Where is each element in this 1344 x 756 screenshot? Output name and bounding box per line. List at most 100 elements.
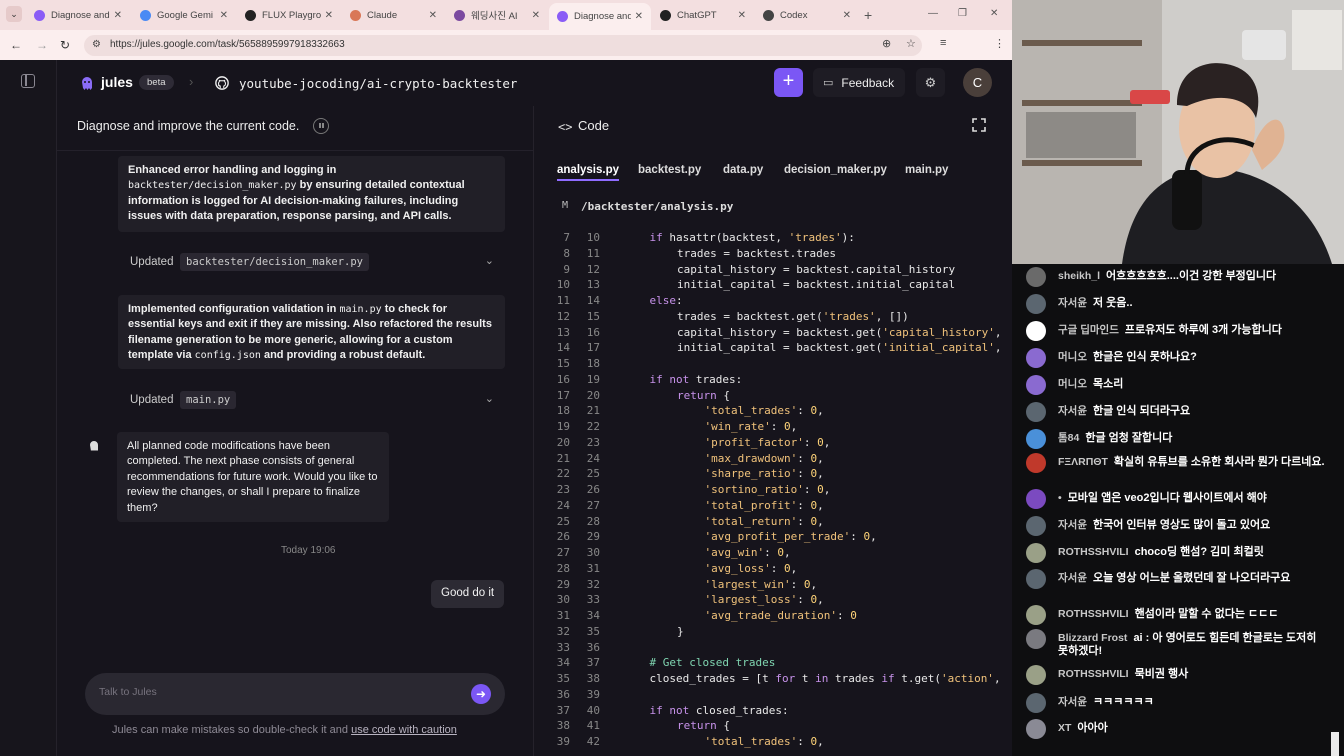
webcam-image <box>1012 0 1344 264</box>
tab-close-icon[interactable]: ✕ <box>635 11 643 22</box>
tab-close-icon[interactable]: ✕ <box>220 10 228 21</box>
pause-icon[interactable] <box>313 118 329 134</box>
minimize-icon[interactable]: — <box>928 8 938 19</box>
avatar[interactable] <box>1026 516 1046 536</box>
repo-name[interactable]: youtube-jocoding/ai-crypto-backtester <box>239 76 517 91</box>
media-icon[interactable]: ≡ <box>940 37 946 49</box>
avatar[interactable] <box>1026 429 1046 449</box>
code-token: for <box>775 672 802 685</box>
chevron-down-icon[interactable]: ⌄ <box>485 254 494 267</box>
avatar[interactable] <box>1026 294 1046 314</box>
file-tab[interactable]: data.py <box>723 164 763 176</box>
chevron-down-icon[interactable]: ⌄ <box>485 392 494 405</box>
old-line-number: 14 <box>556 341 570 355</box>
code-text: capital_history = backtest.get('capital_… <box>677 326 1002 339</box>
forward-icon[interactable]: → <box>36 38 48 52</box>
avatar[interactable] <box>1026 719 1046 739</box>
chat-username[interactable]: 자서윤 <box>1058 519 1087 531</box>
avatar[interactable] <box>1026 665 1046 685</box>
avatar[interactable] <box>1026 348 1046 368</box>
tab-close-icon[interactable]: ✕ <box>325 10 333 21</box>
updated-file-row[interactable]: Updated main.py ⌄ <box>118 388 506 414</box>
avatar[interactable] <box>1026 375 1046 395</box>
browser-tab[interactable]: Diagnose and ✕ <box>549 3 651 30</box>
browser-tab[interactable]: Codex ✕ <box>755 4 859 26</box>
brand-name[interactable]: jules <box>101 74 133 90</box>
chat-username[interactable]: FΞΛRΠΘT <box>1058 456 1108 468</box>
avatar[interactable] <box>1026 693 1046 713</box>
maximize-icon[interactable]: ❐ <box>958 8 967 19</box>
new-task-button[interactable]: + <box>774 68 803 97</box>
chat-username[interactable]: • <box>1058 492 1062 504</box>
zoom-icon[interactable]: ⊕ <box>882 37 891 50</box>
caution-link[interactable]: use code with caution <box>351 724 457 736</box>
browser-tab[interactable]: Claude ✕ <box>342 4 445 26</box>
tab-close-icon[interactable]: ✕ <box>738 10 746 21</box>
user-avatar[interactable]: C <box>963 68 992 97</box>
reload-icon[interactable]: ↻ <box>60 38 70 52</box>
browser-tab[interactable]: Diagnose and ✕ <box>26 4 130 26</box>
new-tab-button[interactable]: + <box>864 7 872 23</box>
sidebar-toggle-icon[interactable] <box>21 74 35 88</box>
file-tab[interactable]: backtest.py <box>638 164 701 176</box>
file-tab[interactable]: analysis.py <box>557 164 620 181</box>
chat-username[interactable]: ROTHSSHVILI <box>1058 546 1129 558</box>
settings-gear-icon[interactable]: ⚙ <box>916 68 945 97</box>
file-tab[interactable]: decision_maker.py <box>784 164 887 176</box>
chat-username[interactable]: 자서윤 <box>1058 405 1087 417</box>
tab-close-icon[interactable]: ✕ <box>114 10 122 21</box>
avatar[interactable] <box>1026 543 1046 563</box>
code-line: 20 23 'profit_factor': 0, <box>534 436 1012 452</box>
chat-scrollbar[interactable] <box>1331 732 1339 756</box>
browser-menu-icon[interactable]: ⋮ <box>994 37 1005 50</box>
chat-username[interactable]: 톰84 <box>1058 432 1079 444</box>
browser-tab[interactable]: Google Gemi ✕ <box>132 4 236 26</box>
chat-username[interactable]: 머니오 <box>1058 351 1087 363</box>
tab-close-icon[interactable]: ✕ <box>532 10 540 21</box>
code-line: 11 14 else: <box>534 294 1012 310</box>
avatar[interactable] <box>1026 321 1046 341</box>
chat-username[interactable]: 구글 딥마인드 <box>1058 324 1119 336</box>
updated-file-row[interactable]: Updated backtester/decision_maker.py ⌄ <box>118 250 506 276</box>
back-icon[interactable]: ← <box>10 38 22 52</box>
browser-tab[interactable]: 웨딩사진 AI ✕ <box>446 4 548 26</box>
chat-username[interactable]: ROTHSSHVILI <box>1058 668 1129 680</box>
browser-tab[interactable]: ChatGPT ✕ <box>652 4 754 26</box>
chat-input[interactable] <box>99 686 459 698</box>
message-text: Enhanced error handling and logging in <box>128 164 337 176</box>
disclaimer-text: Jules can make mistakes so double-check … <box>112 724 349 736</box>
file-tab[interactable]: main.py <box>905 164 948 176</box>
avatar[interactable] <box>1026 402 1046 422</box>
browser-tab[interactable]: FLUX Playgro ✕ <box>237 4 341 26</box>
close-window-icon[interactable]: ✕ <box>990 8 998 19</box>
send-arrow-icon[interactable]: ➜ <box>471 684 491 704</box>
old-line-number: 31 <box>556 609 570 622</box>
chat-username[interactable]: 자서윤 <box>1058 696 1087 708</box>
avatar[interactable] <box>1026 267 1046 287</box>
avatar[interactable] <box>1026 489 1046 509</box>
expand-icon[interactable] <box>972 118 986 132</box>
site-info-icon[interactable]: ⚙ <box>92 39 101 50</box>
feedback-button[interactable]: ▭ Feedback <box>813 68 905 97</box>
avatar[interactable] <box>1026 605 1046 625</box>
old-line-number: 39 <box>556 735 570 748</box>
chat-username[interactable]: XT <box>1058 722 1071 734</box>
url-field[interactable]: ⚙ https://jules.google.com/task/56588959… <box>84 35 922 56</box>
chat-username[interactable]: Blizzard Frost <box>1058 632 1127 644</box>
chat-username[interactable]: 자서윤 <box>1058 297 1087 309</box>
tab-search-icon[interactable]: ⌄ <box>6 6 22 22</box>
chat-panel: Diagnose and improve the current code. E… <box>57 106 533 756</box>
tab-close-icon[interactable]: ✕ <box>429 10 437 21</box>
avatar[interactable] <box>1026 453 1046 473</box>
chat-username[interactable]: sheikh_l <box>1058 270 1100 282</box>
code-line: 30 33 'largest_loss': 0, <box>534 593 1012 609</box>
chat-username[interactable]: 자서윤 <box>1058 572 1087 584</box>
old-line-number: 23 <box>556 483 570 496</box>
avatar[interactable] <box>1026 629 1046 649</box>
code-text: else: <box>650 294 683 307</box>
tab-close-icon[interactable]: ✕ <box>843 10 851 21</box>
bookmark-star-icon[interactable]: ☆ <box>906 37 916 50</box>
chat-username[interactable]: ROTHSSHVILI <box>1058 608 1129 620</box>
chat-username[interactable]: 머니오 <box>1058 378 1087 390</box>
avatar[interactable] <box>1026 569 1046 589</box>
